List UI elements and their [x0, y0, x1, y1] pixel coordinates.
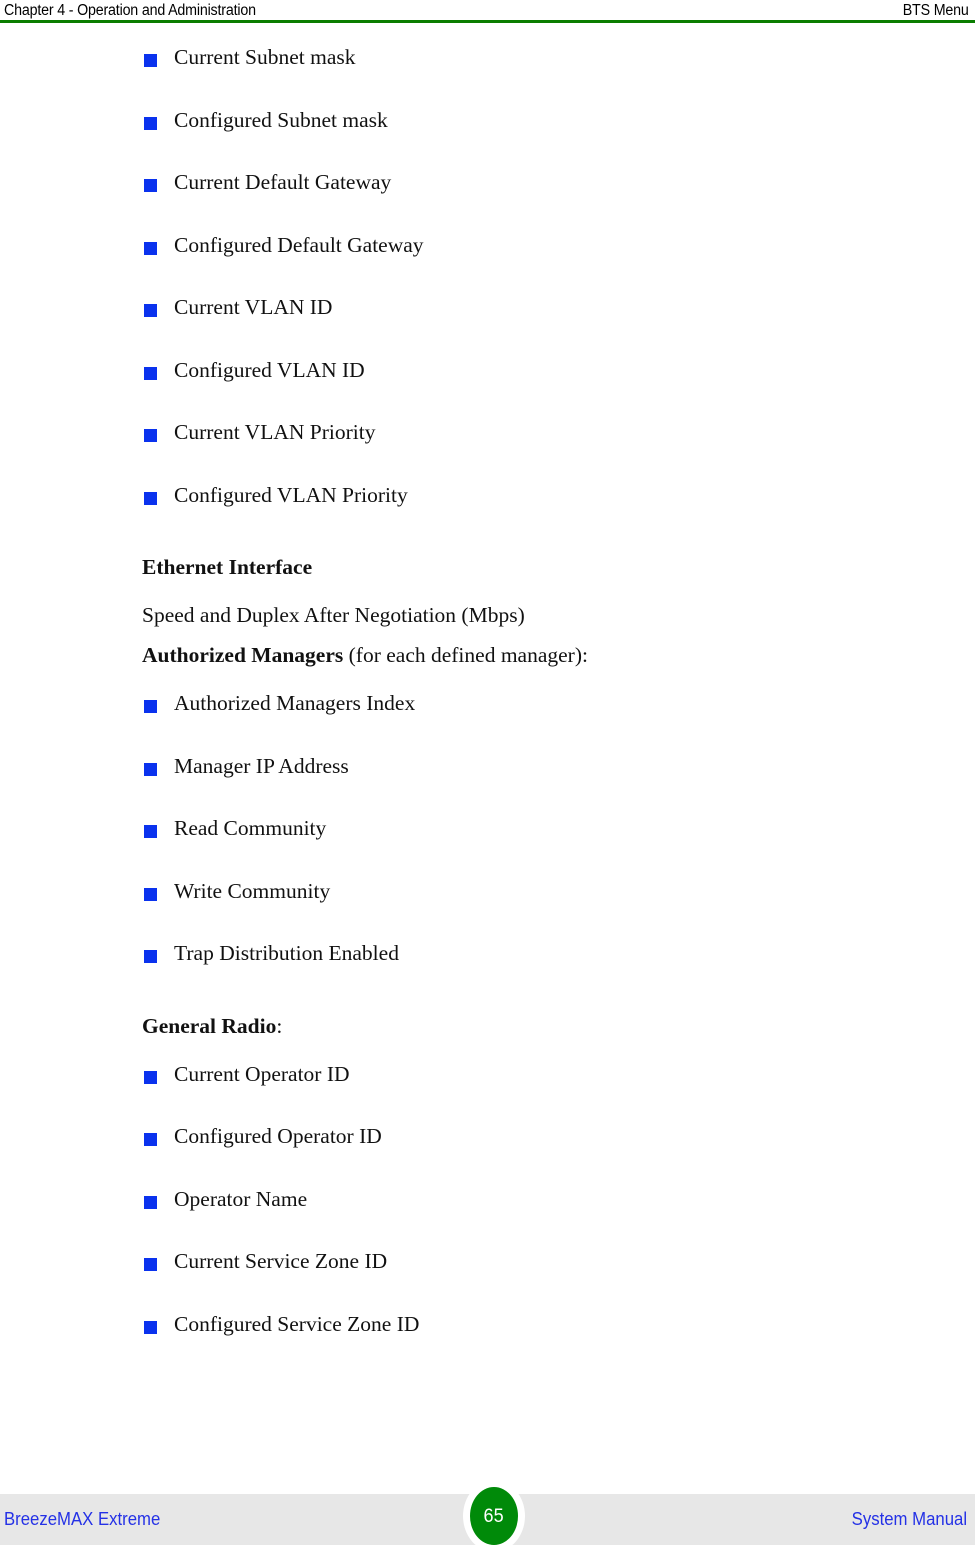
- list-item-label: Trap Distribution Enabled: [174, 941, 399, 965]
- list-item: Operator Name: [0, 1184, 975, 1247]
- page-content: Current Subnet mask Configured Subnet ma…: [0, 24, 975, 1371]
- list-item-label: Current Subnet mask: [174, 45, 356, 69]
- square-bullet-icon: [144, 429, 157, 442]
- list-item-label: Configured Subnet mask: [174, 107, 388, 132]
- list-item-label: Write Community: [174, 878, 331, 903]
- spacer-before-radio: [0, 1001, 975, 1011]
- list-item: Current Operator ID: [0, 1059, 975, 1122]
- list-item-label: Current Default Gateway: [174, 170, 392, 194]
- general-radio-heading: General Radio:: [0, 1011, 975, 1041]
- list-item-label: Configured VLAN Priority: [174, 482, 408, 507]
- page-footer: BreezeMAX Extreme 65 System Manual: [0, 1480, 975, 1552]
- page-header: Chapter 4 - Operation and Administration…: [0, 0, 975, 24]
- square-bullet-icon: [144, 887, 157, 901]
- list-item-label: Current VLAN Priority: [174, 420, 376, 444]
- list-item: Current Service Zone ID: [0, 1246, 975, 1309]
- authorized-managers-heading: Authorized Managers (for each defined ma…: [0, 640, 975, 670]
- list-item-label: Manager IP Address: [174, 753, 349, 778]
- list-item-label: Current VLAN ID: [174, 295, 333, 319]
- general-radio-label: General Radio: [142, 1013, 277, 1038]
- authorized-managers-note: (for each defined manager):: [343, 643, 588, 667]
- list-item-label: Configured Service Zone ID: [174, 1311, 420, 1336]
- square-bullet-icon: [144, 54, 157, 67]
- list-item: Current Default Gateway: [0, 167, 975, 230]
- general-radio-colon: :: [276, 1013, 283, 1038]
- list-item-label: Configured Operator ID: [174, 1124, 382, 1148]
- list-item-label: Current Operator ID: [174, 1061, 350, 1086]
- page-number-badge: 65: [470, 1487, 518, 1545]
- list-item: Configured VLAN Priority: [0, 480, 975, 543]
- spacer-before-managers: [0, 630, 975, 640]
- square-bullet-icon: [144, 179, 157, 192]
- square-bullet-icon: [144, 1133, 157, 1146]
- list-item-label: Current Service Zone ID: [174, 1249, 388, 1273]
- square-bullet-icon: [144, 366, 157, 380]
- ethernet-interface-heading: Ethernet Interface: [142, 555, 313, 579]
- list-item: Current Subnet mask: [0, 42, 975, 105]
- spacer-top: [0, 24, 975, 42]
- header-row: Chapter 4 - Operation and Administration…: [0, 0, 975, 20]
- square-bullet-icon: [144, 950, 157, 963]
- list-item: Configured VLAN ID: [0, 355, 975, 418]
- spacer-radio-list: [0, 1041, 975, 1059]
- spacer-managers-list: [0, 670, 975, 688]
- page-number-label: 65: [483, 1505, 505, 1527]
- list-item: Configured Operator ID: [0, 1121, 975, 1184]
- spacer-before-ethernet: [0, 542, 975, 552]
- section-title: BTS Menu: [903, 2, 969, 19]
- authorized-managers-list: Authorized Managers Index Manager IP Add…: [0, 688, 975, 1001]
- square-bullet-icon: [144, 1258, 157, 1271]
- list-item: Configured Default Gateway: [0, 230, 975, 293]
- square-bullet-icon: [144, 1320, 157, 1334]
- list-item: Read Community: [0, 813, 975, 876]
- square-bullet-icon: [144, 116, 157, 130]
- square-bullet-icon: [144, 762, 157, 776]
- list-item: Configured Service Zone ID: [0, 1309, 975, 1372]
- list-item: Manager IP Address: [0, 751, 975, 814]
- square-bullet-icon: [144, 1195, 157, 1209]
- chapter-title: Chapter 4 - Operation and Administration: [4, 2, 256, 19]
- list-item-label: Read Community: [174, 816, 327, 840]
- list-item: Current VLAN Priority: [0, 417, 975, 480]
- list-item: Current VLAN ID: [0, 292, 975, 355]
- ethernet-speed-duplex-line: Speed and Duplex After Negotiation (Mbps…: [142, 603, 525, 627]
- list-item: Trap Distribution Enabled: [0, 938, 975, 1001]
- list-item-label: Configured VLAN ID: [174, 357, 365, 382]
- spacer-ethernet: [0, 582, 975, 600]
- list-item: Configured Subnet mask: [0, 105, 975, 168]
- square-bullet-icon: [144, 304, 157, 317]
- footer-product-name: BreezeMAX Extreme: [4, 1509, 161, 1529]
- square-bullet-icon: [144, 491, 157, 505]
- square-bullet-icon: [144, 825, 157, 838]
- square-bullet-icon: [144, 700, 157, 713]
- header-divider-rule: [0, 20, 975, 23]
- general-radio-list: Current Operator ID Configured Operator …: [0, 1059, 975, 1372]
- list-item-label: Operator Name: [174, 1186, 308, 1211]
- ip-parameters-list: Current Subnet mask Configured Subnet ma…: [0, 42, 975, 542]
- footer-document-name: System Manual: [851, 1509, 967, 1529]
- list-item-label: Authorized Managers Index: [174, 691, 416, 715]
- square-bullet-icon: [144, 1070, 157, 1084]
- list-item-label: Configured Default Gateway: [174, 232, 424, 257]
- authorized-managers-label: Authorized Managers: [142, 643, 344, 667]
- square-bullet-icon: [144, 241, 157, 255]
- list-item: Authorized Managers Index: [0, 688, 975, 751]
- list-item: Write Community: [0, 876, 975, 939]
